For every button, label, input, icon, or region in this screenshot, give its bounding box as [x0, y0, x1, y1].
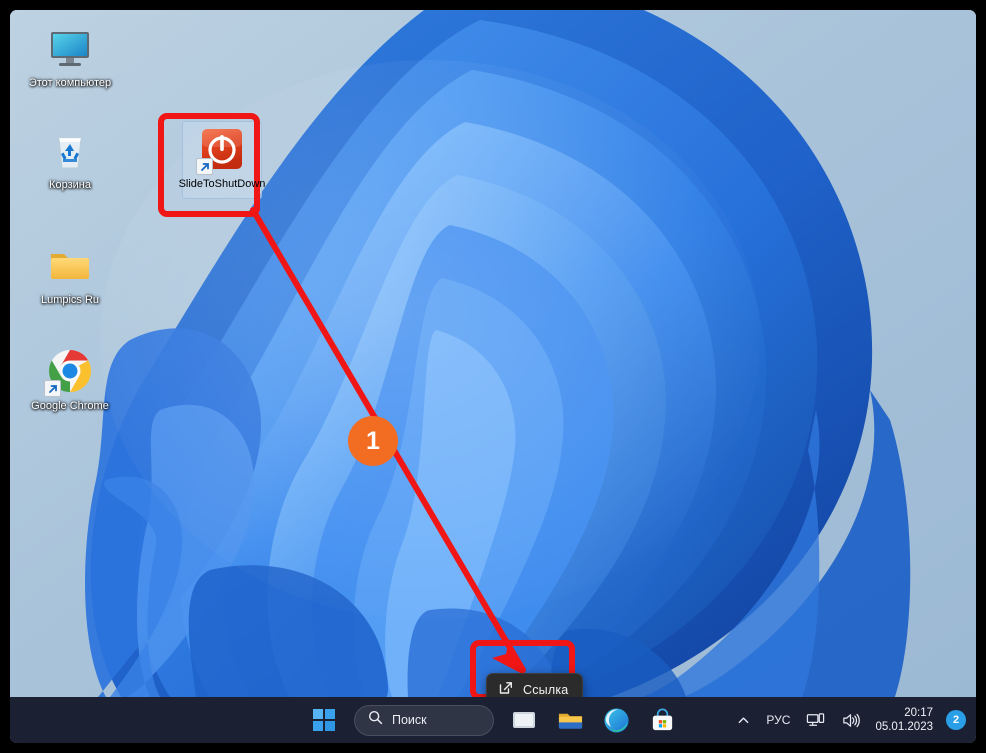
start-button[interactable]: [302, 700, 346, 740]
desktop-wallpaper: [10, 10, 976, 697]
edge-icon: [603, 707, 629, 733]
shortcut-overlay-icon: [44, 380, 61, 397]
desktop-icon-label: SlideToShutDown: [178, 178, 266, 190]
system-tray: РУС 20:17 05.01.2023 2: [730, 697, 970, 743]
screenshot-frame: Этот компьютер Корзина Lumpics Ru Google…: [0, 0, 986, 753]
taskbar-file-explorer[interactable]: [548, 700, 592, 740]
network-button[interactable]: [799, 700, 832, 740]
taskbar: Поиск РУС 20:17 05.01.2023 2: [10, 697, 976, 743]
recycle-bin-icon: [46, 126, 94, 174]
chrome-icon: [44, 347, 94, 397]
notification-count: 2: [952, 714, 960, 726]
volume-icon: [843, 713, 861, 727]
desktop-icon-label: Корзина: [49, 179, 91, 191]
clock-date: 05.01.2023: [875, 721, 933, 733]
desktop-icon-this-computer[interactable]: Этот компьютер: [26, 24, 114, 90]
taskbar-app-hidden[interactable]: [502, 700, 546, 740]
chevron-up-icon: [739, 716, 749, 723]
tooltip-label: Ссылка: [523, 683, 569, 697]
desktop-icon-lumpics-ru-folder[interactable]: Lumpics Ru: [26, 241, 114, 307]
microsoft-store-icon: [652, 708, 672, 730]
volume-button[interactable]: [834, 700, 867, 740]
step-number-label: 1: [366, 426, 380, 455]
desktop-icon-label: Этот компьютер: [28, 77, 112, 89]
step-number-badge: 1: [348, 416, 398, 466]
network-icon: [807, 712, 825, 726]
desktop-icon-label: Lumpics Ru: [40, 294, 100, 306]
clock-button[interactable]: 20:17 05.01.2023: [869, 700, 941, 740]
shortcut-overlay-icon: [196, 158, 213, 175]
taskbar-microsoft-store[interactable]: [640, 700, 684, 740]
desktop-icon-label: Google Chrome: [31, 400, 109, 412]
search-box[interactable]: Поиск: [354, 704, 494, 736]
language-indicator[interactable]: РУС: [759, 700, 797, 740]
clock-time: 20:17: [904, 707, 933, 719]
tray-overflow-button[interactable]: [730, 700, 757, 740]
windows-logo-icon: [313, 709, 335, 731]
file-explorer-icon: [558, 713, 582, 729]
search-icon: [368, 710, 383, 730]
notification-badge[interactable]: 2: [946, 710, 966, 730]
desktop-screen: Этот компьютер Корзина Lumpics Ru Google…: [10, 10, 976, 743]
search-label: Поиск: [392, 713, 427, 727]
folder-icon: [46, 241, 94, 289]
monitor-icon: [46, 24, 94, 72]
language-label: РУС: [766, 713, 791, 727]
taskbar-edge[interactable]: [594, 700, 638, 740]
power-shortcut-icon: [196, 125, 246, 175]
desktop-icon-recycle-bin[interactable]: Корзина: [26, 126, 114, 192]
desktop-icon-google-chrome[interactable]: Google Chrome: [26, 347, 114, 413]
app-icon: [513, 712, 535, 728]
